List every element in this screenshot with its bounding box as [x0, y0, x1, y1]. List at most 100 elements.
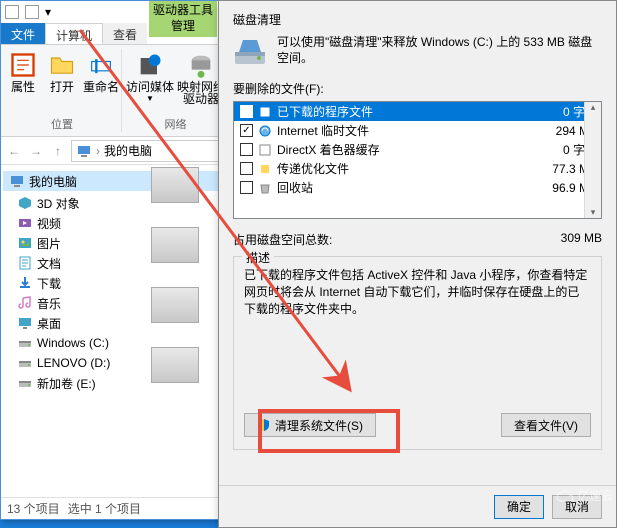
watermark: 亿速云: [555, 487, 613, 504]
network-drive-icon: [187, 51, 215, 79]
drive-tools-tab[interactable]: 管理: [149, 19, 217, 33]
ribbon: 属性 打开 重命名 位置 访问媒体▼: [1, 45, 224, 137]
properties-icon: [9, 51, 37, 79]
drive-item[interactable]: [151, 227, 199, 263]
disk-icon: [17, 355, 33, 371]
media-label: 访问媒体: [126, 81, 174, 93]
qat-icon[interactable]: [25, 5, 39, 19]
drive-item[interactable]: [151, 167, 199, 203]
properties-button[interactable]: 属性: [5, 49, 41, 95]
pc-icon: [76, 143, 92, 159]
clean-system-files-button[interactable]: 清理系统文件(S): [244, 413, 376, 437]
group-location-label: 位置: [51, 116, 73, 132]
checkbox[interactable]: ✓: [240, 105, 253, 118]
music-icon: [17, 295, 33, 311]
drive-item[interactable]: [151, 287, 199, 323]
shield-icon: [257, 418, 271, 432]
tree-item-label: 下载: [37, 275, 61, 292]
download-icon: [17, 275, 33, 291]
file-row[interactable]: DirectX 着色器缓存0 字节: [234, 140, 601, 159]
tree-item-label: 桌面: [37, 315, 61, 332]
status-selection: 选中 1 个项目: [68, 500, 141, 517]
file-row[interactable]: 传递优化文件77.3 MB: [234, 159, 601, 178]
ribbon-group-network: 访问媒体▼ 映射网络 驱动器 网络: [124, 49, 228, 132]
rename-label: 重命名: [83, 81, 119, 93]
tree-root-label: 我的电脑: [29, 173, 77, 190]
drive-tools-title: 驱动器工具: [149, 3, 217, 17]
media-icon: [136, 51, 164, 79]
tab-view[interactable]: 查看: [103, 23, 147, 44]
tree-item-label: 音乐: [37, 295, 61, 312]
files-to-delete-label: 要删除的文件(F):: [233, 80, 602, 97]
tree-item-label: 文档: [37, 255, 61, 272]
file-name: 已下载的程序文件: [277, 103, 532, 120]
doc-icon: [17, 255, 33, 271]
open-label: 打开: [50, 81, 74, 93]
dialog-message: 可以使用"磁盘清理"来释放 Windows (C:) 上的 533 MB 磁盘空…: [277, 34, 602, 68]
video-icon: [17, 215, 33, 231]
back-button[interactable]: ←: [5, 142, 23, 160]
file-name: 回收站: [277, 179, 532, 196]
access-media-button[interactable]: 访问媒体▼: [126, 49, 174, 107]
status-count: 13 个项目: [7, 500, 60, 517]
description-label: 描述: [242, 249, 274, 266]
dialog-title: 磁盘清理: [233, 11, 602, 28]
file-row[interactable]: 回收站96.9 MB: [234, 178, 601, 197]
tree-item-label: LENOVO (D:): [37, 356, 110, 370]
tree-item-label: 新加卷 (E:): [37, 375, 96, 392]
total-row: 占用磁盘空间总数: 309 MB: [233, 231, 602, 248]
pc-icon: [9, 173, 25, 189]
scrollbar[interactable]: [584, 102, 601, 218]
file-type-icon: [258, 124, 272, 138]
view-files-button[interactable]: 查看文件(V): [501, 413, 591, 437]
properties-label: 属性: [11, 81, 35, 93]
disk-cleanup-icon: [233, 34, 267, 68]
file-type-icon: [258, 143, 272, 157]
total-label: 占用磁盘空间总数:: [233, 231, 332, 248]
disk-cleanup-dialog: 磁盘清理 可以使用"磁盘清理"来释放 Windows (C:) 上的 533 M…: [218, 0, 617, 528]
drive-tools-contextual: 驱动器工具 管理: [149, 1, 217, 37]
file-row[interactable]: ✓Internet 临时文件294 MB: [234, 121, 601, 140]
open-button[interactable]: 打开: [44, 49, 80, 95]
tree-item-label: 图片: [37, 235, 61, 252]
description-group: 描述 已下载的程序文件包括 ActiveX 控件和 Java 小程序，你查看特定…: [233, 256, 602, 450]
files-listbox[interactable]: ✓已下载的程序文件0 字节✓Internet 临时文件294 MBDirectX…: [233, 101, 602, 219]
sysmenu-icon[interactable]: [5, 5, 19, 19]
content-area: [151, 167, 226, 407]
clean-system-files-label: 清理系统文件(S): [275, 417, 363, 434]
file-name: 传递优化文件: [277, 160, 532, 177]
rename-button[interactable]: 重命名: [83, 49, 119, 95]
file-name: DirectX 着色器缓存: [277, 141, 532, 158]
tree-item-label: Windows (C:): [37, 336, 109, 350]
group-network-label: 网络: [165, 116, 187, 132]
disk-icon: [17, 375, 33, 391]
tab-file[interactable]: 文件: [1, 23, 45, 44]
cloud-icon: [555, 489, 575, 503]
status-bar: 13 个项目 选中 1 个项目: [1, 497, 224, 519]
qat-dropdown-icon[interactable]: ▾: [45, 5, 51, 19]
file-type-icon: [258, 162, 272, 176]
ok-button[interactable]: 确定: [494, 495, 544, 519]
ribbon-group-location: 属性 打开 重命名 位置: [3, 49, 122, 132]
forward-button[interactable]: →: [27, 142, 45, 160]
view-files-label: 查看文件(V): [514, 417, 578, 434]
file-type-icon: [258, 105, 272, 119]
checkbox[interactable]: [240, 181, 253, 194]
file-row[interactable]: ✓已下载的程序文件0 字节: [234, 102, 601, 121]
description-text: 已下载的程序文件包括 ActiveX 控件和 Java 小程序，你查看特定网页时…: [244, 267, 591, 318]
total-value: 309 MB: [561, 231, 602, 248]
tree-item-label: 3D 对象: [37, 195, 80, 212]
open-icon: [48, 51, 76, 79]
drive-item[interactable]: [151, 347, 199, 383]
checkbox[interactable]: [240, 143, 253, 156]
tab-computer[interactable]: 计算机: [45, 23, 103, 44]
checkbox[interactable]: ✓: [240, 124, 253, 137]
address-field[interactable]: › 我的电脑: [71, 140, 220, 162]
cube-icon: [17, 195, 33, 211]
desktop-icon: [17, 315, 33, 331]
file-name: Internet 临时文件: [277, 122, 532, 139]
address-bar: ← → ↑ › 我的电脑: [1, 137, 224, 165]
up-button[interactable]: ↑: [49, 142, 67, 160]
image-icon: [17, 235, 33, 251]
checkbox[interactable]: [240, 162, 253, 175]
